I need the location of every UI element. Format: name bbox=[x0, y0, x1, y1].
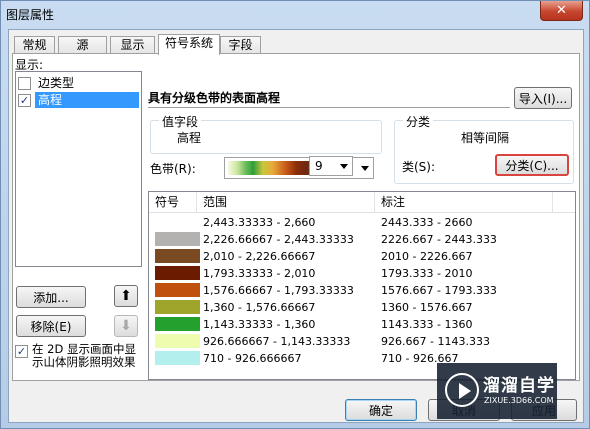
list-item-label: 高程 bbox=[35, 92, 139, 108]
classes-value: 9 bbox=[315, 159, 323, 173]
add-button[interactable]: 添加... bbox=[16, 286, 86, 308]
label-cell: 2010 - 2226.667 bbox=[381, 250, 473, 263]
label-cell: 2226.667 - 2443.333 bbox=[381, 233, 497, 246]
label-cell: 1576.667 - 1793.333 bbox=[381, 284, 497, 297]
range-cell: 2,443.33333 - 2,660 bbox=[203, 216, 316, 229]
tab-symbology[interactable]: 符号系统 bbox=[158, 34, 220, 55]
tab-source[interactable]: 源 bbox=[58, 36, 107, 54]
table-row[interactable]: 926.666667 - 1,143.33333 926.667 - 1143.3… bbox=[149, 333, 575, 350]
list-item-edge-type[interactable]: 边类型 bbox=[18, 75, 139, 91]
symbology-list[interactable]: 边类型 ✓ 高程 bbox=[15, 71, 142, 267]
chevron-down-icon bbox=[340, 164, 348, 169]
table-row[interactable]: 1,576.66667 - 1,793.33333 1576.667 - 1793… bbox=[149, 282, 575, 299]
symbol-swatch[interactable] bbox=[155, 232, 200, 246]
range-cell: 1,576.66667 - 1,793.33333 bbox=[203, 284, 354, 297]
play-logo-icon bbox=[445, 373, 479, 407]
label-cell: 1143.333 - 1360 bbox=[381, 318, 473, 331]
symbol-swatch[interactable] bbox=[155, 317, 200, 331]
range-cell: 1,793.33333 - 2,010 bbox=[203, 267, 316, 280]
header-range[interactable]: 范围 bbox=[197, 192, 375, 213]
list-item-label: 边类型 bbox=[38, 76, 75, 90]
edge-type-checkbox[interactable] bbox=[18, 76, 31, 90]
class-breaks-table[interactable]: 符号 范围 标注 2,443.33333 - 2,660 2443.333 - 2… bbox=[148, 191, 576, 380]
table-row[interactable]: 1,793.33333 - 2,010 1793.333 - 2010 bbox=[149, 265, 575, 282]
symbol-swatch[interactable] bbox=[155, 283, 200, 297]
close-button[interactable]: ✕ bbox=[540, 1, 583, 21]
range-cell: 710 - 926.666667 bbox=[203, 352, 302, 365]
value-field-group: 值字段 高程 bbox=[150, 113, 382, 154]
close-icon: ✕ bbox=[556, 3, 567, 18]
label-cell: 926.667 - 1143.333 bbox=[381, 335, 490, 348]
header-symbol[interactable]: 符号 bbox=[149, 192, 197, 213]
classification-method: 相等间隔 bbox=[461, 131, 510, 145]
table-row[interactable]: 2,443.33333 - 2,660 2443.333 - 2660 bbox=[149, 214, 575, 231]
label-cell: 2443.333 - 2660 bbox=[381, 216, 473, 229]
window-title: 图层属性 bbox=[6, 8, 55, 22]
tab-fields[interactable]: 字段 bbox=[220, 36, 261, 54]
range-cell: 2,226.66667 - 2,443.33333 bbox=[203, 233, 354, 246]
range-cell: 926.666667 - 1,143.33333 bbox=[203, 335, 351, 348]
watermark-name: 溜溜自学 bbox=[483, 376, 555, 396]
symbol-swatch[interactable] bbox=[155, 266, 200, 280]
symbol-swatch[interactable] bbox=[155, 334, 200, 348]
label-cell: 1793.333 - 2010 bbox=[381, 267, 473, 280]
symbology-panel: 显示: 边类型 ✓ 高程 添加... ⬆ 移除(E) ⬇ ✓ 在 2D 显示画面… bbox=[12, 53, 580, 381]
remove-button[interactable]: 移除(E) bbox=[16, 315, 86, 337]
symbol-swatch[interactable] bbox=[155, 300, 200, 314]
label-cell: 1360 - 1576.667 bbox=[381, 301, 473, 314]
ok-button[interactable]: 确定 bbox=[345, 399, 417, 421]
list-item-elevation[interactable]: ✓ 高程 bbox=[18, 92, 139, 108]
table-row[interactable]: 2,010 - 2,226.66667 2010 - 2226.667 bbox=[149, 248, 575, 265]
value-field-value: 高程 bbox=[177, 131, 202, 145]
classification-title: 分类 bbox=[403, 113, 434, 130]
tab-general[interactable]: 常规 bbox=[14, 36, 55, 54]
move-up-button[interactable]: ⬆ bbox=[114, 285, 138, 307]
chevron-down-icon bbox=[361, 166, 369, 171]
range-cell: 1,360 - 1,576.66667 bbox=[203, 301, 316, 314]
watermark-url: ZIXUE.3D66.COM bbox=[484, 396, 554, 405]
classify-button[interactable]: 分类(C)... bbox=[495, 154, 569, 176]
symbol-swatch[interactable] bbox=[155, 215, 200, 229]
arrow-up-icon: ⬆ bbox=[120, 288, 132, 304]
title-bar: 图层属性 ✕ bbox=[1, 1, 589, 29]
move-down-button[interactable]: ⬇ bbox=[114, 315, 138, 337]
table-row[interactable]: 2,226.66667 - 2,443.33333 2226.667 - 2443… bbox=[149, 231, 575, 248]
elevation-checkbox[interactable]: ✓ bbox=[18, 93, 31, 107]
color-ramp-label: 色带(R): bbox=[150, 162, 196, 176]
watermark-logo: 溜溜自学 ZIXUE.3D66.COM bbox=[437, 363, 557, 419]
arrow-down-icon: ⬇ bbox=[120, 318, 132, 334]
hillshade-label: 在 2D 显示画面中显 示山体阴影照明效果 bbox=[32, 343, 136, 369]
value-field-title: 值字段 bbox=[159, 113, 202, 130]
import-button[interactable]: 导入(I)... bbox=[514, 87, 572, 109]
hillshade-option[interactable]: ✓ 在 2D 显示画面中显 示山体阴影照明效果 bbox=[15, 343, 145, 369]
tab-display[interactable]: 显示 bbox=[110, 36, 155, 54]
renderer-heading: 具有分级色带的表面高程 bbox=[148, 90, 510, 108]
symbol-swatch[interactable] bbox=[155, 351, 200, 365]
classes-select[interactable]: 9 bbox=[309, 156, 353, 176]
range-cell: 2,010 - 2,226.66667 bbox=[203, 250, 316, 263]
hillshade-checkbox[interactable]: ✓ bbox=[15, 345, 28, 358]
symbol-swatch[interactable] bbox=[155, 249, 200, 263]
header-label[interactable]: 标注 bbox=[375, 192, 553, 213]
table-header: 符号 范围 标注 bbox=[149, 192, 575, 213]
table-row[interactable]: 1,143.33333 - 1,360 1143.333 - 1360 bbox=[149, 316, 575, 333]
classes-label: 类(S): bbox=[402, 160, 436, 174]
hillshade-label-line2: 示山体阴影照明效果 bbox=[32, 355, 136, 369]
table-row[interactable]: 1,360 - 1,576.66667 1360 - 1576.667 bbox=[149, 299, 575, 316]
range-cell: 1,143.33333 - 1,360 bbox=[203, 318, 316, 331]
